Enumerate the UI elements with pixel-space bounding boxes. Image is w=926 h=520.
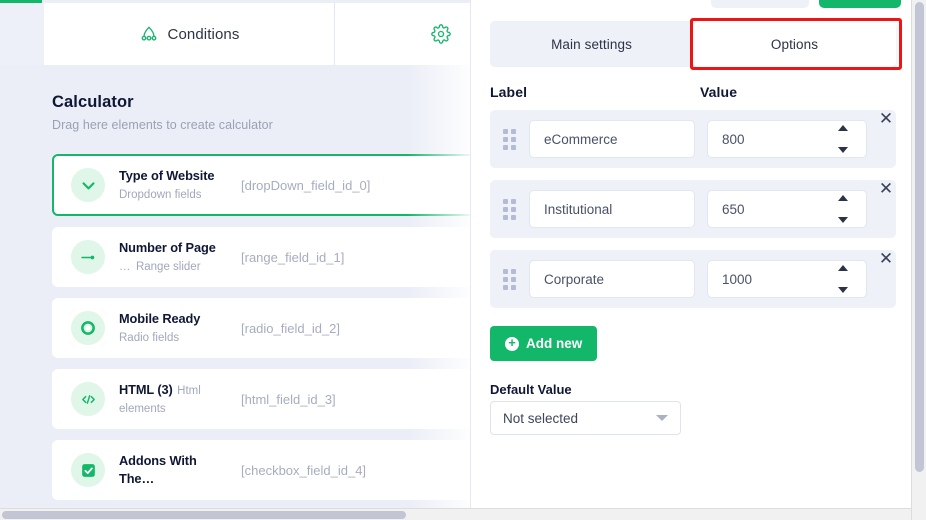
horizontal-scrollbar-thumb[interactable] bbox=[2, 511, 406, 519]
field-text: Addons With The… bbox=[119, 452, 229, 488]
panel-secondary-button[interactable] bbox=[711, 0, 809, 8]
stepper-down-icon[interactable] bbox=[838, 287, 848, 293]
plus-circle-icon: + bbox=[505, 336, 519, 351]
panel-primary-button[interactable] bbox=[819, 0, 901, 8]
field-card-range[interactable]: Number of Page … Range slider [range_fie… bbox=[52, 227, 470, 287]
drag-handle-icon[interactable] bbox=[503, 128, 519, 150]
field-settings-panel: Main settings Options Label Value ✕ bbox=[470, 0, 911, 520]
default-value-select[interactable]: Not selected bbox=[490, 401, 681, 435]
code-icon bbox=[71, 382, 105, 416]
field-list: Type of Website Dropdown fields [dropDow… bbox=[52, 154, 470, 508]
vertical-scrollbar[interactable] bbox=[911, 0, 926, 520]
field-text: HTML (3) Html elements bbox=[119, 381, 229, 417]
field-type: Radio fields bbox=[119, 332, 180, 344]
tab-main-settings[interactable]: Main settings bbox=[490, 21, 693, 67]
horizontal-scrollbar[interactable] bbox=[0, 508, 911, 520]
add-new-label: Add new bbox=[526, 336, 583, 351]
tab-conditions-label: Conditions bbox=[167, 25, 240, 43]
field-ellipsis: … bbox=[119, 261, 132, 273]
radio-icon bbox=[71, 311, 105, 345]
builder-top-tabbar: Conditions bbox=[0, 3, 470, 65]
number-stepper[interactable] bbox=[834, 122, 852, 156]
tab-settings[interactable] bbox=[335, 3, 470, 65]
tab-options[interactable]: Options bbox=[693, 21, 896, 67]
number-stepper[interactable] bbox=[834, 262, 852, 296]
option-row: ✕ bbox=[490, 180, 896, 238]
field-name: Mobile Ready bbox=[119, 311, 201, 326]
canvas-subtitle: Drag here elements to create calculator bbox=[52, 118, 273, 132]
panel-tabs: Main settings Options bbox=[490, 21, 896, 67]
application-window: Conditions Calculator Drag here elements… bbox=[0, 0, 926, 520]
stepper-up-icon[interactable] bbox=[838, 125, 848, 131]
field-type: Range slider bbox=[135, 261, 201, 273]
field-id: [radio_field_id_2] bbox=[241, 320, 341, 336]
calculator-builder-area: Conditions Calculator Drag here elements… bbox=[0, 0, 470, 508]
field-name: Type of Website bbox=[119, 168, 215, 183]
drag-handle-icon[interactable] bbox=[503, 198, 519, 220]
calculator-canvas: Calculator Drag here elements to create … bbox=[0, 65, 470, 508]
option-label-input[interactable] bbox=[529, 190, 695, 228]
number-stepper[interactable] bbox=[834, 192, 852, 226]
stepper-up-icon[interactable] bbox=[838, 265, 848, 271]
field-card-radio[interactable]: Mobile Ready Radio fields [radio_field_i… bbox=[52, 298, 470, 358]
close-icon[interactable]: ✕ bbox=[874, 246, 898, 270]
field-id: [html_field_id_3] bbox=[241, 391, 336, 407]
chevron-down-icon bbox=[71, 168, 105, 202]
stepper-down-icon[interactable] bbox=[838, 217, 848, 223]
gear-icon bbox=[431, 24, 451, 44]
field-id: [range_field_id_1] bbox=[241, 249, 345, 265]
column-header-label: Label bbox=[490, 84, 528, 100]
chevron-down-icon bbox=[656, 415, 668, 421]
close-icon[interactable]: ✕ bbox=[874, 106, 898, 130]
tab-conditions[interactable]: Conditions bbox=[44, 3, 335, 65]
field-name: Number of Page bbox=[119, 240, 216, 255]
add-new-button[interactable]: + Add new bbox=[490, 326, 598, 361]
field-card-html[interactable]: HTML (3) Html elements [html_field_id_3] bbox=[52, 369, 470, 429]
checkbox-icon bbox=[71, 453, 105, 487]
option-label-input[interactable] bbox=[529, 260, 695, 298]
stepper-up-icon[interactable] bbox=[838, 195, 848, 201]
stepper-down-icon[interactable] bbox=[838, 147, 848, 153]
conditions-icon bbox=[139, 24, 159, 44]
options-list: ✕ ✕ bbox=[490, 110, 896, 320]
option-row: ✕ bbox=[490, 250, 896, 308]
page-title: Calculator bbox=[52, 93, 134, 111]
column-header-value: Value bbox=[700, 84, 738, 100]
field-type: Dropdown fields bbox=[119, 189, 202, 201]
option-row: ✕ bbox=[490, 110, 896, 168]
close-icon[interactable]: ✕ bbox=[874, 176, 898, 200]
option-label-input[interactable] bbox=[529, 120, 695, 158]
field-card-dropdown[interactable]: Type of Website Dropdown fields [dropDow… bbox=[52, 154, 470, 216]
range-slider-icon bbox=[71, 240, 105, 274]
field-card-checkbox[interactable]: Addons With The… [checkbox_field_id_4] bbox=[52, 440, 470, 500]
vertical-scrollbar-thumb[interactable] bbox=[915, 2, 924, 472]
default-value-selected: Not selected bbox=[503, 410, 579, 426]
field-name: Addons With The… bbox=[119, 453, 197, 486]
field-name: HTML (3) bbox=[119, 382, 173, 397]
field-text: Number of Page … Range slider bbox=[119, 239, 229, 275]
tab-main-settings-label: Main settings bbox=[551, 36, 632, 52]
default-value-label: Default Value bbox=[490, 382, 572, 397]
drag-handle-icon[interactable] bbox=[503, 268, 519, 290]
field-id: [dropDown_field_id_0] bbox=[241, 177, 371, 193]
field-text: Mobile Ready Radio fields bbox=[119, 310, 229, 346]
field-text: Type of Website Dropdown fields bbox=[119, 167, 229, 203]
tab-options-label: Options bbox=[770, 36, 819, 52]
field-id: [checkbox_field_id_4] bbox=[241, 462, 367, 478]
